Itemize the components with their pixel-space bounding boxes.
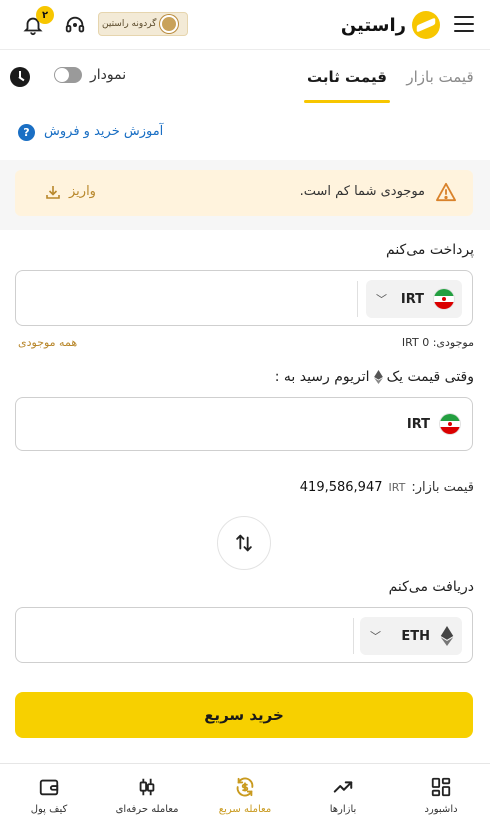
nav-item-pro-trade[interactable]: معامله حرفه‌ای xyxy=(98,764,196,827)
balance-unit: IRT xyxy=(401,336,419,349)
pay-amount-field: ﹀ IRT xyxy=(15,270,473,326)
pay-currency-code: IRT xyxy=(400,291,424,307)
fortune-wheel-icon xyxy=(160,15,179,33)
swap-arrows-icon xyxy=(236,534,252,552)
deposit-link[interactable]: واریز xyxy=(69,184,96,199)
brand-mark-icon xyxy=(412,11,440,39)
market-price-label: قیمت بازار: xyxy=(411,480,474,495)
nav-label-markets: بازارها xyxy=(329,804,357,815)
dashboard-icon xyxy=(431,777,451,797)
chart-toggle-label: نمودار xyxy=(90,67,127,83)
swap-direction-button[interactable] xyxy=(217,516,271,570)
bottom-navigation: داشبورد بازارها معامله سریع معامله حرفه‌… xyxy=(0,763,490,827)
app-header: راستین گردونه راستین ۲ xyxy=(0,0,490,50)
trigger-currency: IRT xyxy=(407,414,460,434)
chart-toggle-switch[interactable] xyxy=(54,67,82,83)
trigger-label-start: وقتی قیمت یک xyxy=(386,369,474,385)
headset-support-icon[interactable] xyxy=(64,14,86,36)
use-all-balance-link[interactable]: همه موجودی xyxy=(18,336,77,349)
history-clock-icon[interactable] xyxy=(10,67,30,87)
field-divider xyxy=(357,281,358,317)
nav-item-quick-trade[interactable]: معامله سریع xyxy=(196,764,294,827)
wallet-icon xyxy=(39,779,59,796)
markets-icon xyxy=(333,781,353,793)
low-balance-warning: موجودی شما کم است. واریز xyxy=(15,170,473,216)
receive-amount-field: ﹀ ETH xyxy=(15,607,473,663)
trade-guide-link[interactable]: آموزش خرید و فروش xyxy=(44,124,163,139)
guide-row: آموزش خرید و فروش ? xyxy=(0,120,490,146)
iran-flag-icon xyxy=(434,289,454,309)
notification-count-badge: ۲ xyxy=(36,6,54,24)
quick-buy-button[interactable]: خرید سریع xyxy=(15,692,473,738)
trigger-price-field: IRT xyxy=(15,397,473,451)
nav-item-markets[interactable]: بازارها xyxy=(294,764,392,827)
nav-label-pro-trade: معامله حرفه‌ای xyxy=(115,804,179,815)
receive-currency-code: ETH xyxy=(401,628,430,644)
nav-item-wallet[interactable]: کیف پول xyxy=(0,764,98,827)
iran-flag-icon xyxy=(440,414,460,434)
tab-fixed-price[interactable]: قیمت ثابت xyxy=(304,51,390,103)
pro-trade-icon xyxy=(139,778,155,796)
balance-value: 0 xyxy=(422,336,430,349)
chart-toggle-group[interactable]: نمودار xyxy=(54,67,126,83)
fortune-wheel-button[interactable]: گردونه راستین xyxy=(98,12,188,36)
nav-label-wallet: کیف پول xyxy=(30,804,68,815)
market-price-unit: IRT xyxy=(388,481,406,494)
tab-market-price[interactable]: قیمت بازار xyxy=(390,51,490,103)
chevron-down-icon: ﹀ xyxy=(370,630,381,643)
brand-name: راستین xyxy=(340,14,406,36)
fortune-wheel-label: گردونه راستین xyxy=(102,19,157,29)
warning-triangle-icon xyxy=(435,182,456,202)
field-divider xyxy=(353,618,354,654)
ethereum-small-icon xyxy=(373,370,383,384)
receive-amount-input[interactable] xyxy=(26,616,346,654)
trigger-price-label: وقتی قیمت یک اتریوم رسید به : xyxy=(275,369,474,385)
receive-currency-select[interactable]: ﹀ ETH xyxy=(360,617,462,655)
market-price-value: 419,586,947 xyxy=(299,480,383,495)
chevron-down-icon: ﹀ xyxy=(376,293,387,306)
pay-label: پرداخت می‌کنم xyxy=(386,242,474,258)
ethereum-icon xyxy=(440,626,454,646)
trigger-label-end: اتریوم رسید به : xyxy=(274,369,370,385)
brand-logo[interactable]: راستین xyxy=(341,10,440,40)
nav-item-dashboard[interactable]: داشبورد xyxy=(392,764,490,827)
warning-message: موجودی شما کم است. xyxy=(299,184,425,199)
quick-trade-icon xyxy=(236,777,254,797)
receive-label: دریافت می‌کنم xyxy=(388,579,474,595)
market-price-row: قیمت بازار: IRT 419,586,947 xyxy=(300,480,474,495)
balance-display: موجودی: IRT 0 xyxy=(402,336,474,349)
nav-label-dashboard: داشبورد xyxy=(424,804,458,815)
pay-currency-select[interactable]: ﹀ IRT xyxy=(366,280,462,318)
nav-label-quick-trade: معامله سریع xyxy=(218,804,272,815)
pay-amount-input[interactable] xyxy=(26,279,346,317)
trigger-price-input[interactable] xyxy=(26,406,386,444)
hamburger-menu-icon[interactable] xyxy=(454,16,474,32)
help-circle-icon[interactable]: ? xyxy=(18,124,35,141)
trade-mode-tabs: قیمت بازار قیمت ثابت نمودار xyxy=(0,51,490,103)
trigger-currency-code: IRT xyxy=(406,416,430,432)
balance-label: موجودی: xyxy=(432,336,474,349)
balance-row: همه موجودی موجودی: IRT 0 xyxy=(0,336,490,354)
deposit-download-icon[interactable] xyxy=(45,184,61,200)
